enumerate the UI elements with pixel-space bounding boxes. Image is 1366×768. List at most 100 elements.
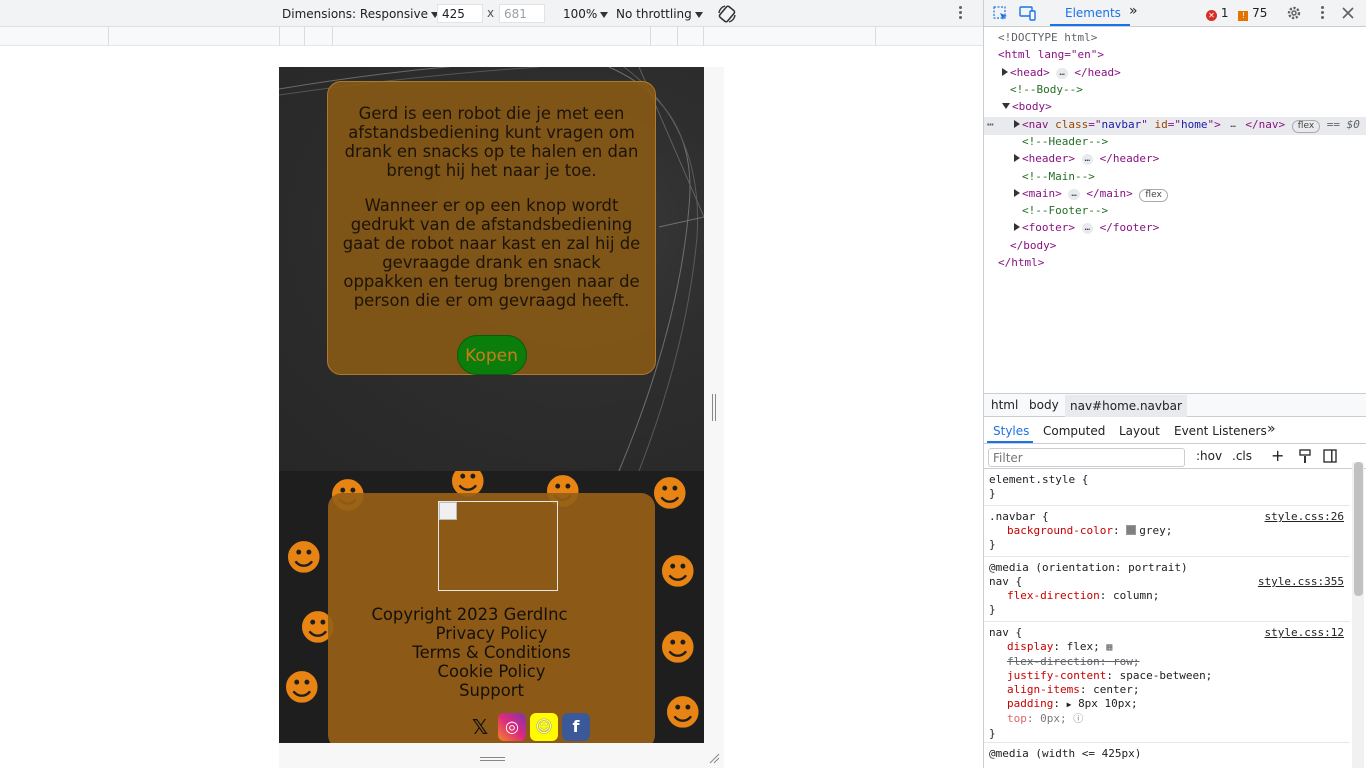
tab-event-listeners[interactable]: Event Listeners (1174, 424, 1267, 438)
chevron-down-icon (600, 11, 609, 18)
tab-layout[interactable]: Layout (1119, 424, 1160, 438)
rule-source-link[interactable]: style.css:12 (1265, 626, 1344, 640)
rule-close: } (989, 603, 996, 616)
device-toggle-icon[interactable] (1019, 5, 1037, 21)
dom-comment-footer[interactable]: <!--Footer--> (1022, 202, 1108, 219)
breadcrumb-body[interactable]: body (1029, 398, 1059, 412)
styles-scrollbar-thumb[interactable] (1354, 462, 1363, 596)
expand-triangle-icon[interactable] (1002, 68, 1008, 76)
chevron-down-icon (694, 11, 703, 18)
snapchat-icon[interactable]: ☺ (530, 713, 558, 741)
device-viewport: Gerd is een robot die je met een afstand… (0, 47, 983, 768)
dom-node-head[interactable]: <head> … </head> (1002, 64, 1121, 81)
more-options-icon[interactable] (1320, 6, 1324, 22)
node-menu-icon[interactable]: ⋯ (987, 116, 994, 133)
dom-node-header[interactable]: <header> … </header> (1014, 150, 1159, 167)
dom-comment-header[interactable]: <!--Header--> (1022, 133, 1108, 150)
footer-link-terms[interactable]: Terms & Conditions (328, 643, 655, 662)
tab-computed[interactable]: Computed (1043, 424, 1105, 438)
more-tabs-icon[interactable]: » (1129, 3, 1138, 19)
instagram-icon[interactable]: ◎ (498, 713, 526, 741)
rule-property[interactable]: display: flex; ▦ (989, 640, 1345, 655)
dom-html-close[interactable]: </html> (998, 254, 1044, 271)
tab-styles[interactable]: Styles (993, 424, 1029, 438)
style-rule-nav-portrait[interactable]: @media (orientation: portrait) nav { sty… (984, 558, 1350, 622)
dom-html-open[interactable]: <html lang="en"> (998, 46, 1104, 63)
buy-button[interactable]: Kopen (456, 335, 527, 375)
resize-handle-bottom[interactable] (480, 757, 505, 761)
width-input[interactable] (437, 4, 483, 23)
dimensions-dropdown[interactable]: Dimensions: Responsive (282, 5, 439, 23)
expand-triangle-icon[interactable] (1014, 154, 1020, 162)
rule-property-overridden[interactable]: flex-direction: row; (989, 655, 1345, 669)
x-icon[interactable]: 𝕏 (466, 713, 494, 741)
ellipsis-icon: … (1227, 120, 1239, 131)
throttling-label: No throttling (616, 7, 692, 21)
info-icon[interactable]: ⓘ (1073, 714, 1083, 725)
style-rule-nav[interactable]: nav { style.css:12 display: flex; ▦ flex… (984, 623, 1350, 743)
facebook-icon[interactable]: f (562, 713, 590, 741)
issue-counters[interactable]: ✕ 1 ! 75 (1206, 6, 1267, 21)
zoom-dropdown[interactable]: 100% (563, 5, 609, 23)
dom-node-footer[interactable]: <footer> … </footer> (1014, 219, 1159, 236)
expand-triangle-icon[interactable] (1014, 120, 1020, 128)
hero-section: Gerd is een robot die je met een afstand… (279, 67, 704, 471)
flexbox-editor-icon[interactable]: ▦ (1106, 642, 1112, 653)
rule-property-inactive[interactable]: top: 0px; ⓘ (989, 712, 1345, 727)
breadcrumb-html[interactable]: html (991, 398, 1018, 412)
paint-brush-icon[interactable] (1298, 449, 1312, 464)
gear-icon[interactable] (1286, 5, 1302, 21)
hero-paragraph-2: Wanneer er op een knop wordt gedrukt van… (342, 196, 641, 310)
hover-state-button[interactable]: :hov (1196, 449, 1222, 463)
warning-icon: ! (1238, 11, 1249, 21)
sidebar-toggle-icon[interactable] (1323, 449, 1337, 463)
expand-triangle-icon[interactable] (1014, 189, 1020, 197)
rule-property[interactable]: flex-direction: column; (989, 589, 1345, 603)
footer-link-cookies[interactable]: Cookie Policy (328, 662, 655, 681)
more-subtabs-icon[interactable]: » (1267, 421, 1276, 437)
expand-triangle-icon[interactable] (1014, 223, 1020, 231)
devtools-tab-bar: Elements » ✕ 1 ! 75 (984, 0, 1366, 27)
dom-comment-body[interactable]: <!--Body--> (1010, 81, 1083, 98)
dom-doctype[interactable]: <!DOCTYPE html> (998, 29, 1097, 46)
ellipsis-icon: … (1056, 68, 1068, 79)
expand-triangle-icon[interactable]: ▶ (1067, 700, 1072, 709)
style-rule-navbar[interactable]: .navbar { style.css:26 background-color:… (984, 507, 1350, 557)
dom-body-close[interactable]: </body> (1010, 237, 1056, 254)
dom-node-body[interactable]: <body> (1002, 98, 1052, 115)
rule-property[interactable]: padding: ▶ 8px 10px; (989, 697, 1345, 712)
add-rule-button[interactable]: + (1271, 446, 1284, 465)
color-swatch-icon[interactable] (1126, 525, 1137, 535)
footer-link-support[interactable]: Support (328, 681, 655, 700)
dom-comment-main[interactable]: <!--Main--> (1022, 168, 1095, 185)
close-icon[interactable] (1342, 7, 1354, 19)
flex-badge[interactable]: flex (1291, 120, 1321, 133)
rotate-icon[interactable] (717, 4, 737, 24)
resize-corner-icon[interactable] (708, 752, 720, 764)
tab-elements[interactable]: Elements (1065, 6, 1121, 20)
breadcrumb-nav[interactable]: nav#home.navbar (1065, 395, 1187, 417)
footer-link-privacy[interactable]: Privacy Policy (328, 624, 655, 643)
style-rule-media-425[interactable]: @media (width <= 425px) (984, 744, 1350, 768)
more-options-icon[interactable] (958, 6, 962, 22)
rule-source-link[interactable]: style.css:26 (1265, 510, 1344, 524)
collapse-triangle-icon[interactable] (1002, 103, 1010, 109)
resize-handle-right[interactable] (712, 394, 716, 421)
dom-node-main[interactable]: <main> … </main> flex (1014, 185, 1168, 202)
pumpkin-face-icon: ☻ (664, 693, 702, 734)
rule-property[interactable]: justify-content: space-between; (989, 669, 1345, 683)
flex-badge[interactable]: flex (1139, 189, 1168, 202)
rule-source-link[interactable]: style.css:355 (1258, 575, 1344, 589)
throttling-dropdown[interactable]: No throttling (616, 5, 703, 23)
height-input[interactable] (499, 4, 545, 23)
dom-node-nav[interactable]: <nav class="navbar" id="home"> … </nav> … (1014, 116, 1360, 133)
styles-pane: element.style { } .navbar { style.css:26… (984, 470, 1350, 768)
selected-marker: == $0 (1326, 118, 1360, 131)
style-rule-element[interactable]: element.style { } (984, 470, 1350, 506)
inspect-element-icon[interactable] (993, 6, 1008, 21)
rule-property[interactable]: background-color: grey; (989, 524, 1345, 538)
pumpkin-face-icon: ☻ (651, 474, 689, 515)
styles-filter-input[interactable] (988, 448, 1185, 467)
class-toggle-button[interactable]: .cls (1232, 449, 1252, 463)
rule-property[interactable]: align-items: center; (989, 683, 1345, 697)
